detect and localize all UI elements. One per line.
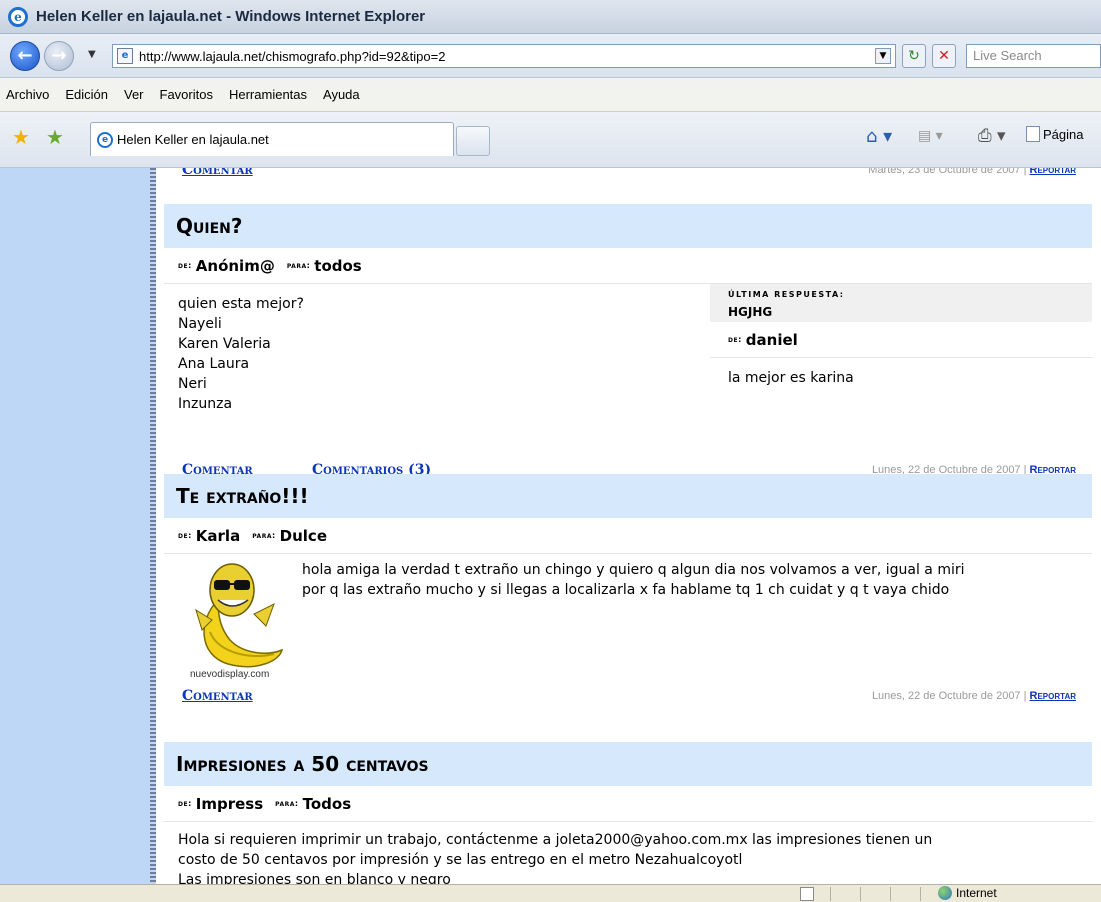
page-icon: e [117,48,133,64]
image-caption: nuevodisplay.com [190,669,269,680]
page-menu-icon [1026,126,1040,142]
post-byline: de: Impress para: Todos [164,786,1092,822]
security-zone[interactable]: Internet [938,886,997,900]
menu-bar: Archivo Edición Ver Favoritos Herramient… [0,78,1101,112]
menu-edicion[interactable]: Edición [65,87,108,102]
post-recipient: todos [314,256,362,275]
address-input[interactable]: e http://www.lajaula.net/chismografo.php… [112,44,896,68]
post-date: Lunes, 22 de Octubre de 2007 | Reportar [871,690,1076,702]
print-icon[interactable]: ⎙ ▾ [978,126,1006,146]
page-content: Comentar Martes, 23 de Octubre de 2007 |… [164,168,1092,884]
reply-author: daniel [745,330,798,349]
status-bar: Internet [0,884,1101,902]
last-reply: ÚLTIMA RESPUESTA: HGJHG de: daniel la me… [710,284,1092,388]
post-quien: Quien? de: Anónim@ para: todos quien est… [164,204,1092,478]
right-margin [1092,168,1101,884]
new-tab-button[interactable] [456,126,490,156]
menu-ayuda[interactable]: Ayuda [323,87,360,102]
last-reply-label: ÚLTIMA RESPUESTA: [728,290,845,299]
stop-button[interactable]: ✕ [932,44,956,68]
forward-button[interactable]: → [44,41,74,71]
post-actions: Comentar Lunes, 22 de Octubre de 2007 | … [164,682,1092,712]
prev-reportar-link[interactable]: Reportar [1030,168,1076,176]
page-menu-label: Página [1043,126,1084,142]
back-button[interactable]: ← [10,41,40,71]
reportar-link[interactable]: Reportar [1030,690,1076,702]
history-dropdown-icon[interactable]: ▼ [88,49,96,60]
post-recipient: Dulce [279,526,327,545]
left-sidebar [0,168,150,884]
page-menu-button[interactable]: Página [1026,126,1083,142]
tab-label: Helen Keller en lajaula.net [117,132,269,147]
post-author: Impress [195,794,264,813]
tab-bar: ★ ★ e Helen Keller en lajaula.net ⌂ ▾ ▤ … [0,112,1101,168]
address-dropdown-icon[interactable]: ▼ [875,48,891,64]
post-author: Anónim@ [195,256,275,275]
address-toolbar: ← → ▼ e http://www.lajaula.net/chismogra… [0,34,1101,78]
post-byline: de: Karla para: Dulce [164,518,1092,554]
prev-post-date: Martes, 23 de Octubre de 2007 | Reportar [868,168,1076,176]
post-byline: de: Anónim@ para: todos [164,248,1092,284]
post-author: Karla [195,526,241,545]
post-impresiones: Impresiones a 50 centavos de: Impress pa… [164,742,1092,884]
add-favorite-icon[interactable]: ★ [46,125,64,149]
prev-comentar-link[interactable]: Comentar [182,168,253,178]
window-title: Helen Keller en lajaula.net - Windows In… [36,8,426,25]
last-reply-title: HGJHG [728,305,773,319]
post-body: hola amiga la verdad t extraño un chingo… [302,562,965,598]
refresh-button[interactable]: ↻ [902,44,926,68]
tab-active[interactable]: e Helen Keller en lajaula.net [90,122,454,156]
post-title: Quien? [164,204,1092,248]
menu-ver[interactable]: Ver [124,87,144,102]
status-page-icon [800,887,814,901]
post-title: Te extraño!!! [164,474,1092,518]
post-recipient: Todos [302,794,352,813]
tab-ie-icon: e [97,131,113,148]
prev-post-actions: Comentar Martes, 23 de Octubre de 2007 |… [164,168,1092,186]
window-titlebar: e Helen Keller en lajaula.net - Windows … [0,0,1101,34]
reply-text: la mejor es karina [728,370,854,386]
banana-avatar-image: nuevodisplay.com [190,563,284,680]
menu-favoritos[interactable]: Favoritos [160,87,213,102]
security-zone-label: Internet [956,886,997,900]
favorites-star-icon[interactable]: ★ [12,125,30,149]
column-divider [150,168,156,884]
ie-logo-icon: e [8,6,28,27]
post-te-extrano: Te extraño!!! de: Karla para: Dulce nuev… [164,474,1092,704]
search-input[interactable]: Live Search [966,44,1101,68]
globe-icon [938,886,952,900]
address-url: http://www.lajaula.net/chismografo.php?i… [139,48,446,64]
post-title: Impresiones a 50 centavos [164,742,1092,786]
menu-herramientas[interactable]: Herramientas [229,87,307,102]
comentar-link[interactable]: Comentar [182,688,253,704]
menu-archivo[interactable]: Archivo [6,87,49,102]
post-body: Hola si requieren imprimir un trabajo, c… [178,832,933,884]
home-icon[interactable]: ⌂ ▾ [866,126,892,147]
feeds-icon[interactable]: ▤ ▾ [918,128,943,144]
